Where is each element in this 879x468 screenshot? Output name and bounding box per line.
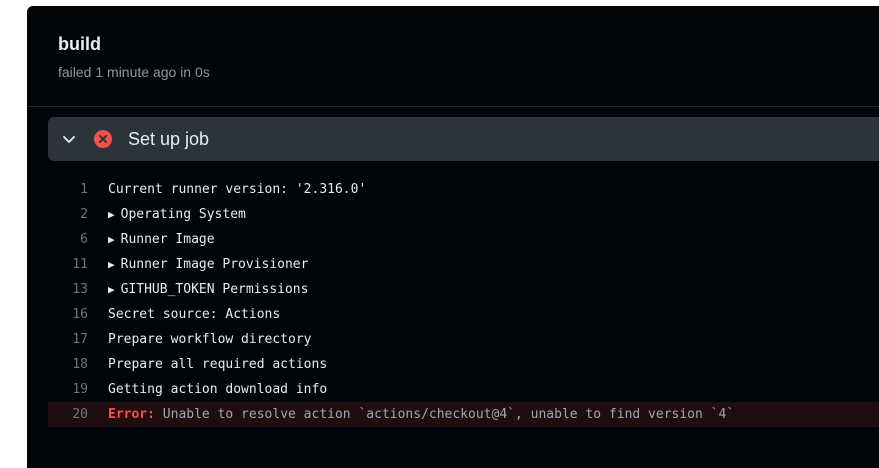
log-text: Getting action download info xyxy=(108,382,328,397)
expand-triangle-icon[interactable]: ▶ xyxy=(108,208,115,221)
line-number[interactable]: 6 xyxy=(48,227,108,252)
step-header-set-up-job[interactable]: Set up job xyxy=(48,117,879,161)
chevron-down-icon[interactable] xyxy=(61,131,77,147)
job-title: build xyxy=(58,34,101,54)
log-text: Current runner version: '2.316.0' xyxy=(108,182,367,197)
line-number[interactable]: 19 xyxy=(48,377,108,402)
log-text: Runner Image xyxy=(120,232,215,247)
expand-triangle-icon[interactable]: ▶ xyxy=(108,258,115,271)
line-number[interactable]: 17 xyxy=(48,327,108,352)
log-text: Operating System xyxy=(120,207,246,222)
expand-triangle-icon[interactable]: ▶ xyxy=(108,233,115,246)
log-line: 16 Secret source: Actions xyxy=(48,302,879,327)
line-number[interactable]: 11 xyxy=(48,252,108,277)
line-number[interactable]: 1 xyxy=(48,177,108,202)
line-number[interactable]: 16 xyxy=(48,302,108,327)
line-number[interactable]: 13 xyxy=(48,277,108,302)
log-line: 19 Getting action download info xyxy=(48,377,879,402)
log-line[interactable]: 2 ▶ Operating System xyxy=(48,202,879,227)
error-message: Unable to resolve action `actions/checko… xyxy=(154,407,735,422)
line-number[interactable]: 18 xyxy=(48,352,108,377)
log-text: Secret source: Actions xyxy=(108,307,281,322)
log-line: 17 Prepare workflow directory xyxy=(48,327,879,352)
log-line-error: 20 Error: Unable to resolve action `actio… xyxy=(48,402,879,427)
log-line[interactable]: 6 ▶ Runner Image xyxy=(48,227,879,252)
log-text: Runner Image Provisioner xyxy=(120,257,309,272)
step-log: 1 Current runner version: '2.316.0' 2 ▶ Oper… xyxy=(48,177,879,427)
job-header: build failed 1 minute ago in 0s xyxy=(27,6,879,107)
log-line[interactable]: 13 ▶ GITHUB_TOKEN Permissions xyxy=(48,277,879,302)
job-status: failed 1 minute ago in 0s xyxy=(58,64,210,80)
line-number[interactable]: 20 xyxy=(48,402,108,427)
log-text: Prepare workflow directory xyxy=(108,332,312,347)
log-line: 1 Current runner version: '2.316.0' xyxy=(48,177,879,202)
step-name: Set up job xyxy=(128,129,210,149)
x-circle-fill-icon xyxy=(94,130,112,148)
log-text: Prepare all required actions xyxy=(108,357,328,372)
line-number[interactable]: 2 xyxy=(48,202,108,227)
log-text: GITHUB_TOKEN Permissions xyxy=(120,282,309,297)
error-label: Error: xyxy=(108,407,155,422)
log-line: 18 Prepare all required actions xyxy=(48,352,879,377)
log-line[interactable]: 11 ▶ Runner Image Provisioner xyxy=(48,252,879,277)
expand-triangle-icon[interactable]: ▶ xyxy=(108,283,115,296)
job-log-panel: build failed 1 minute ago in 0s Set up j… xyxy=(27,6,879,468)
